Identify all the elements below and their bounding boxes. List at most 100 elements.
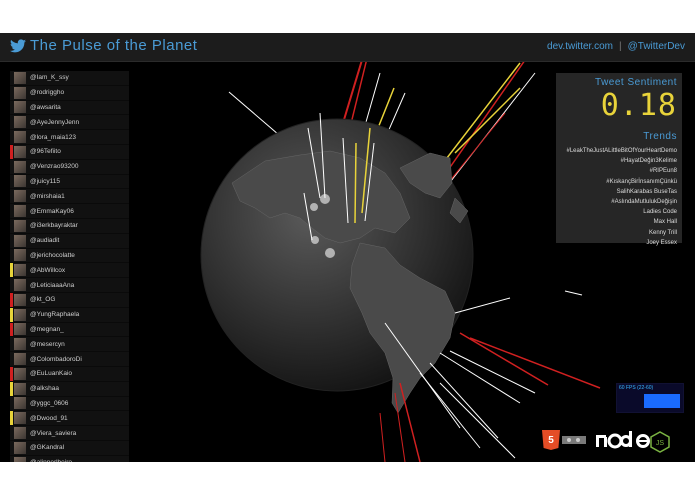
user-row[interactable]: @i3erkbayraktar	[10, 219, 129, 234]
svg-text:JS: JS	[656, 440, 665, 447]
trend-item[interactable]: #HayatDeğin3Kelime	[566, 156, 677, 166]
nodejs-logo: JS	[596, 431, 670, 453]
html5-logo: 5	[542, 430, 586, 450]
user-handle: @rodriggho	[30, 89, 65, 97]
user-row[interactable]: @Viera_saviera	[10, 426, 129, 441]
user-row[interactable]: @Iam_K_ssy	[10, 71, 129, 86]
top-bar: The Pulse of the Planet dev.twitter.com |…	[0, 33, 695, 62]
user-row[interactable]: @ColombadoroDi	[10, 352, 129, 367]
trend-item[interactable]: Max Hall	[566, 217, 677, 227]
link-separator: |	[619, 41, 622, 52]
avatar	[14, 264, 26, 277]
avatar	[14, 71, 26, 84]
sentiment-indicator	[10, 101, 13, 115]
avatar	[14, 249, 26, 262]
user-handle: @alinnerlbeiro	[30, 459, 72, 462]
dev-twitter-link[interactable]: dev.twitter.com	[547, 41, 613, 52]
user-handle: @alkshaa	[30, 385, 60, 393]
sentiment-indicator	[10, 234, 13, 248]
sentiment-indicator	[10, 189, 13, 203]
sentiment-indicator	[10, 366, 13, 381]
user-row[interactable]: @rodriggho	[10, 86, 129, 101]
trend-item[interactable]: #AslındaMutlulukDeğişin	[566, 197, 677, 207]
header-links: dev.twitter.com | @TwitterDev	[547, 41, 685, 52]
user-row[interactable]: @LeticiaaaAna	[10, 278, 129, 293]
avatar	[14, 308, 26, 321]
user-row[interactable]: @yggc_0606	[10, 397, 129, 412]
user-row[interactable]: @EuLuanKaio	[10, 366, 129, 382]
avatar	[14, 86, 26, 99]
user-row[interactable]: @lora_maia123	[10, 130, 129, 145]
sentiment-indicator	[10, 175, 13, 189]
svg-text:5: 5	[548, 435, 554, 446]
sentiment-indicator	[10, 263, 13, 278]
sentiment-value: 0.18	[600, 88, 677, 123]
user-row[interactable]: @audiadit	[10, 234, 129, 249]
avatar	[14, 219, 26, 232]
trends-label: Trends	[643, 131, 677, 142]
user-handle: @AyeJennyJenn	[30, 118, 80, 126]
user-handle: @mesercyn	[30, 340, 65, 348]
sentiment-indicator	[10, 322, 13, 337]
sentiment-indicator	[10, 204, 13, 218]
user-handle: @yggc_0606	[30, 399, 69, 407]
user-handle: @Venzrao93200	[30, 163, 79, 171]
twitterdev-link[interactable]: @TwitterDev	[628, 41, 685, 52]
user-handle: @i3erkbayraktar	[30, 222, 78, 230]
user-row[interactable]: @AbWillcox	[10, 263, 129, 279]
user-row[interactable]: @alinnerlbeiro	[10, 456, 129, 462]
avatar	[14, 205, 26, 218]
sentiment-indicator	[10, 426, 13, 440]
user-row[interactable]: @alkshaa	[10, 381, 129, 397]
user-handle: @AbWillcox	[30, 266, 66, 274]
sentiment-indicator	[10, 71, 13, 85]
user-row[interactable]: @megnan_	[10, 322, 129, 338]
sentiment-indicator	[10, 86, 13, 100]
avatar	[14, 427, 26, 440]
trend-item[interactable]: #RIPEun8	[566, 166, 677, 176]
user-row[interactable]: @YungRaphaela	[10, 307, 129, 323]
user-row[interactable]: @GKandral	[10, 441, 129, 456]
avatar	[14, 131, 26, 144]
user-handle: @GKandral	[30, 444, 65, 452]
trend-item[interactable]: Ladies Code	[566, 207, 677, 217]
avatar	[14, 353, 26, 366]
avatar	[14, 367, 26, 380]
avatar	[14, 412, 26, 425]
avatar	[14, 456, 26, 462]
user-row[interactable]: @awsarita	[10, 101, 129, 116]
user-handle: @mirshaia1	[30, 192, 65, 200]
user-handle: @awsarita	[30, 103, 61, 111]
avatar	[14, 323, 26, 336]
user-row[interactable]: @mirshaia1	[10, 189, 129, 205]
user-row[interactable]: @mesercyn	[10, 337, 129, 353]
trend-item[interactable]: #KıskançBirİnsanımÇünkü	[566, 177, 677, 187]
fps-graph	[644, 394, 680, 408]
twitter-bird-icon	[10, 39, 26, 53]
user-row[interactable]: @jerichocolatte	[10, 249, 129, 264]
user-row[interactable]: @kt_OG	[10, 292, 129, 308]
avatar	[14, 279, 26, 292]
avatar	[14, 293, 26, 306]
user-row[interactable]: @Dwood_91	[10, 411, 129, 427]
user-row[interactable]: @AyeJennyJenn	[10, 115, 129, 131]
user-handle: @Iam_K_ssy	[30, 74, 69, 82]
user-handle: @LeticiaaaAna	[30, 281, 75, 289]
user-handle: @EuLuanKaio	[30, 370, 73, 378]
trend-item[interactable]: Joey Essex	[566, 238, 677, 248]
sentiment-indicator	[10, 160, 13, 174]
trend-item[interactable]: #LeakTheJustALittleBitOfYourHeartDemo	[566, 146, 677, 156]
user-stream-list[interactable]: @Iam_K_ssy @rodriggho @awsarita @AyeJennyJe…	[10, 71, 129, 462]
sentiment-indicator	[10, 219, 13, 233]
trend-item[interactable]: Kenny Trill	[566, 228, 677, 238]
sentiment-indicator	[10, 411, 13, 426]
tech-logos: 5 JS	[542, 430, 670, 453]
sentiment-indicator	[10, 381, 13, 396]
user-row[interactable]: @Venzrao93200	[10, 160, 129, 175]
user-row[interactable]: @96Tefiito	[10, 144, 129, 160]
user-row[interactable]: @juicy115	[10, 175, 129, 190]
user-row[interactable]: @EmmaKay06	[10, 204, 129, 219]
trend-item[interactable]: SalihKarabas BuseTas	[566, 187, 677, 197]
user-handle: @megnan_	[30, 325, 64, 333]
avatar	[14, 175, 26, 188]
